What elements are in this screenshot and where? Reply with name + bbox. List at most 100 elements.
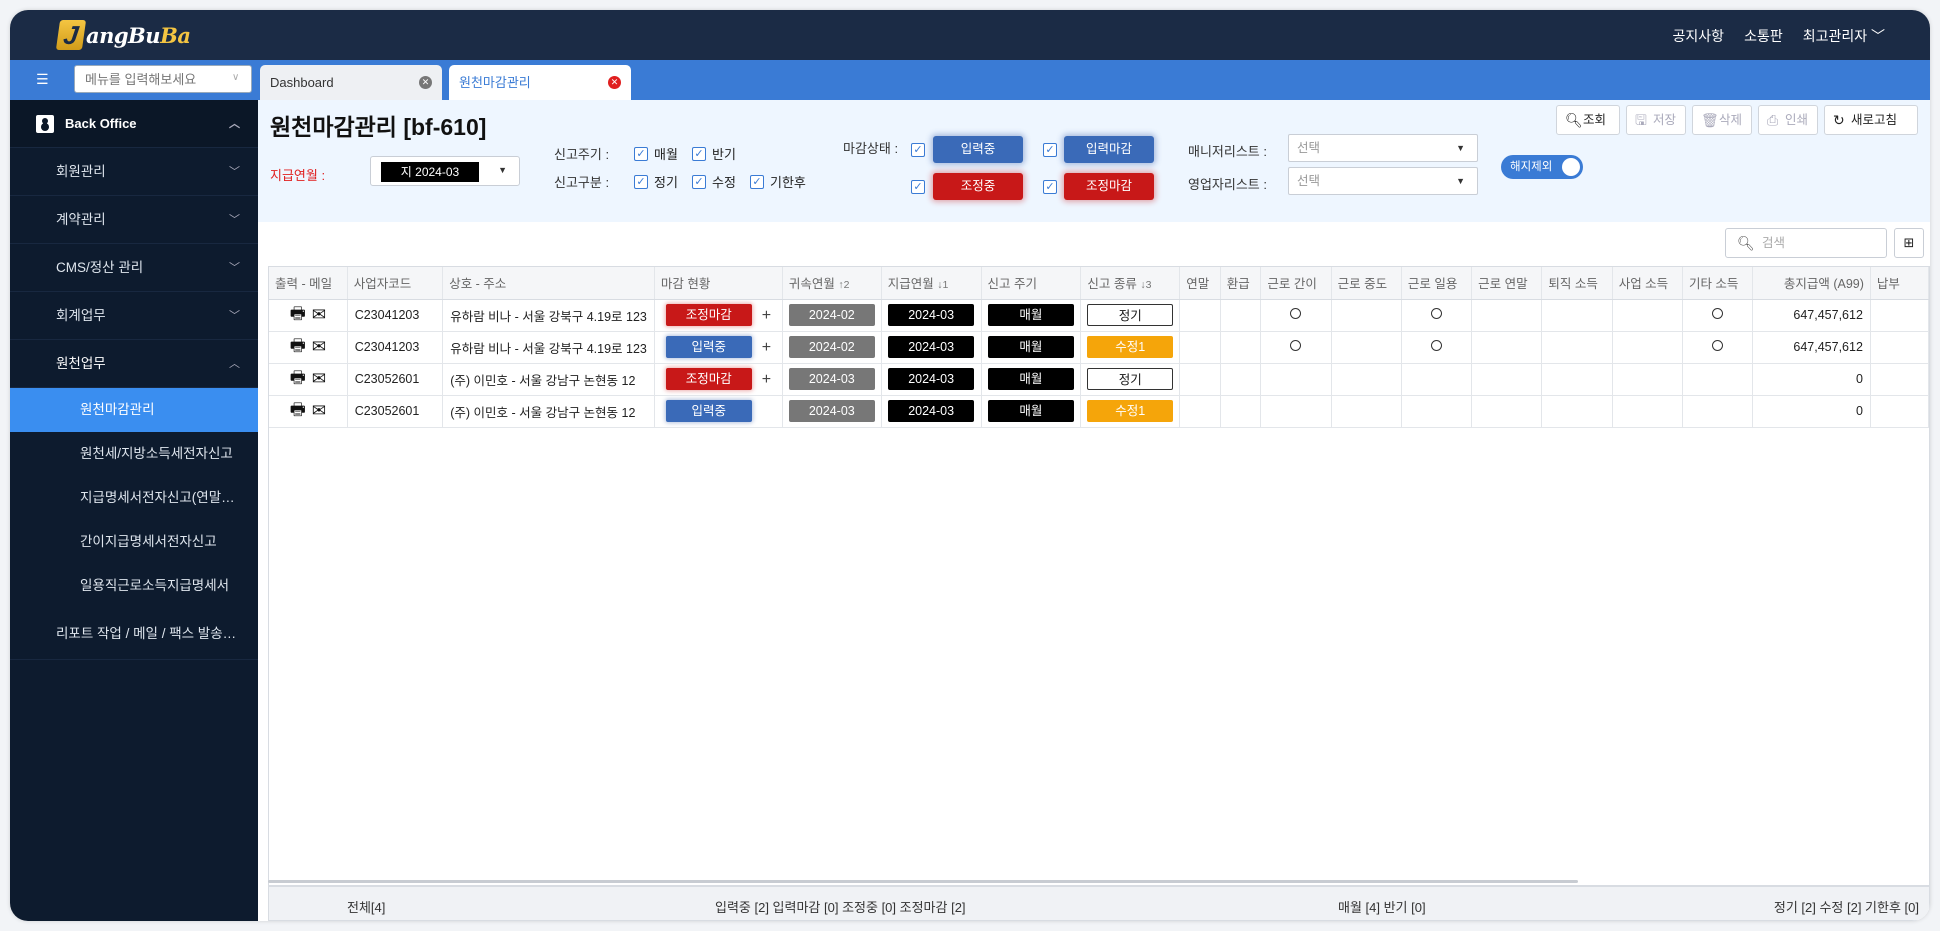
checkbox-status-input[interactable]: ✓ xyxy=(911,143,931,157)
biz-code-cell: C23041203 xyxy=(347,299,444,332)
menu-toggle-icon[interactable]: ☰ xyxy=(36,71,52,87)
sidebar-item-withholding[interactable]: 원천업무 ︿ xyxy=(10,340,258,388)
col-other[interactable]: 기타 소득 xyxy=(1682,267,1754,300)
checkbox-late[interactable]: ✓ 기한후 xyxy=(750,172,806,191)
business-cell xyxy=(1612,331,1683,364)
col-retirement[interactable]: 퇴직 소득 xyxy=(1541,267,1613,300)
menu-search-input[interactable] xyxy=(74,65,252,93)
sidebar-subitem-daily-statement[interactable]: 일용직근로소득지급명세서 xyxy=(10,564,258,608)
mail-icon[interactable]: ✉ xyxy=(312,401,326,421)
col-payment[interactable]: 납부 xyxy=(1870,267,1929,300)
col-attribution-month[interactable]: 귀속연월 ↑2 xyxy=(782,267,882,300)
close-icon[interactable]: ✕ xyxy=(419,76,432,89)
col-report-cycle[interactable]: 신고 주기 xyxy=(981,267,1082,300)
checkbox-status-adjust[interactable]: ✓ xyxy=(911,180,931,194)
logo[interactable]: J angBuBa xyxy=(55,18,191,52)
sidebar-item-members[interactable]: 회원관리 ﹀ xyxy=(10,148,258,196)
close-status-badge[interactable]: 조정마감 xyxy=(665,304,752,326)
plus-icon[interactable]: + xyxy=(762,307,771,325)
mail-icon[interactable]: ✉ xyxy=(312,305,326,325)
labor-daily-cell xyxy=(1401,395,1473,428)
check-icon: ✓ xyxy=(1043,180,1057,194)
col-labor-year-end[interactable]: 근로 연말 xyxy=(1471,267,1543,300)
printer-icon[interactable]: 🖶 xyxy=(290,397,306,426)
horizontal-scrollbar[interactable] xyxy=(268,880,1578,883)
status-adjust-button[interactable]: 조정중 xyxy=(933,173,1023,200)
table-row[interactable]: 🖶 ✉ C23041203 유하람 비나 - 서울 강북구 4.19로 123 입력중 +… xyxy=(269,331,1929,364)
printer-icon[interactable]: 🖶 xyxy=(290,365,306,394)
col-labor-daily[interactable]: 근로 일용 xyxy=(1401,267,1473,300)
sidebar-subitem-tax-report[interactable]: 원천세/지방소득세전자신고 xyxy=(10,432,258,476)
search-button[interactable]: 🔍︎ 조회 xyxy=(1556,105,1620,135)
circle-mark-icon xyxy=(1290,340,1302,351)
check-icon: ✓ xyxy=(911,180,925,194)
close-icon[interactable]: ✕ xyxy=(608,76,621,89)
col-refund[interactable]: 환급 xyxy=(1220,267,1262,300)
table-row[interactable]: 🖶 ✉ C23052601 (주) 이민호 - 서울 강남구 논현동 12 조정마감 +2… xyxy=(269,363,1929,396)
refresh-button[interactable]: ↻ 새로고침 xyxy=(1824,105,1918,135)
paymonth-select[interactable]: 지 2024-03 ▼ xyxy=(370,156,520,186)
col-report-kind[interactable]: 신고 종류 ↓3 xyxy=(1080,267,1181,300)
col-pay-month[interactable]: 지급연월 ↓1 xyxy=(881,267,982,300)
col-year-end[interactable]: 연말 xyxy=(1179,267,1221,300)
print-button[interactable]: ⎙ 인쇄 xyxy=(1758,105,1818,135)
retirement-cell xyxy=(1541,363,1613,396)
tab-withholding-close[interactable]: 원천마감관리 ✕ xyxy=(449,65,631,100)
delete-button[interactable]: 🗑︎ 삭제 xyxy=(1692,105,1752,135)
table-row[interactable]: 🖶 ✉ C23041203 유하람 비나 - 서울 강북구 4.19로 123 조정마감… xyxy=(269,299,1929,332)
col-biz-code[interactable]: 사업자코드 xyxy=(347,267,444,300)
status-input-button[interactable]: 입력중 xyxy=(933,136,1023,163)
user-menu[interactable]: 최고관리자 ﹀ xyxy=(1803,26,1885,46)
checkbox-status-input-closed[interactable]: ✓ xyxy=(1043,143,1063,157)
checkbox-status-adjust-closed[interactable]: ✓ xyxy=(1043,180,1063,194)
main-content: 원천마감관리 [bf-610] 🔍︎ 조회 🖫 저장 🗑︎ 삭제 ⎙ 인쇄 ↻ 새로고침 … xyxy=(258,100,1930,921)
checkbox-amend[interactable]: ✓ 수정 xyxy=(692,172,736,191)
save-button[interactable]: 🖫 저장 xyxy=(1626,105,1686,135)
mail-icon[interactable]: ✉ xyxy=(312,369,326,389)
sidebar-item-cms[interactable]: CMS/정산 관리 ﹀ xyxy=(10,244,258,292)
notice-link[interactable]: 공지사항 xyxy=(1673,26,1725,46)
col-output-mail[interactable]: 출력 - 메일 xyxy=(269,267,348,300)
status-input-closed-button[interactable]: 입력마감 xyxy=(1064,136,1154,163)
tab-dashboard[interactable]: Dashboard ✕ xyxy=(260,65,442,100)
close-status-badge[interactable]: 입력중 xyxy=(665,336,752,358)
col-labor-simple[interactable]: 근로 간이 xyxy=(1260,267,1332,300)
close-status-badge[interactable]: 조정마감 xyxy=(665,368,752,390)
board-link[interactable]: 소통판 xyxy=(1744,26,1783,46)
sales-select[interactable]: 선택 ▼ xyxy=(1288,167,1478,195)
sidebar-subitem-payment-statement[interactable]: 지급명세서전자신고(연말정산) xyxy=(10,476,258,520)
printer-icon[interactable]: 🖶 xyxy=(290,333,306,362)
exclude-terminated-toggle[interactable]: 해지제외 xyxy=(1501,155,1583,179)
sidebar-subitem-close[interactable]: 원천마감관리 xyxy=(10,388,258,432)
col-labor-mid[interactable]: 근로 중도 xyxy=(1331,267,1402,300)
col-total[interactable]: 총지급액 (A99) xyxy=(1752,267,1871,300)
page-title: 원천마감관리 [bf-610] xyxy=(270,114,487,140)
export-excel-icon[interactable]: ⊞ xyxy=(1894,228,1924,258)
plus-icon[interactable]: + xyxy=(762,371,771,389)
circle-mark-icon xyxy=(1290,308,1302,319)
checkbox-monthly[interactable]: ✓ 매월 xyxy=(634,144,678,163)
status-adjust-closed-button[interactable]: 조정마감 xyxy=(1064,173,1154,200)
footer-kind-summary: 정기 [2] 수정 [2] 기한후 [0] xyxy=(1773,900,1919,915)
business-cell xyxy=(1612,395,1683,428)
grid-search-input[interactable]: 🔍︎ 검색 xyxy=(1725,228,1887,258)
plus-icon[interactable]: + xyxy=(762,339,771,357)
checkbox-regular[interactable]: ✓ 정기 xyxy=(634,172,678,191)
checkbox-half[interactable]: ✓ 반기 xyxy=(692,144,736,163)
col-close-status[interactable]: 마감 현황 xyxy=(654,267,783,300)
footer-status-summary: 입력중 [2] 입력마감 [0] 조정중 [0] 조정마감 [2] xyxy=(715,900,966,915)
sidebar-item-contracts[interactable]: 계약관리 ﹀ xyxy=(10,196,258,244)
mail-icon[interactable]: ✉ xyxy=(312,337,326,357)
refund-cell xyxy=(1220,363,1262,396)
sidebar-item-report[interactable]: 리포트 작업 / 메일 / 팩스 발송관리 xyxy=(10,608,258,660)
sidebar-item-accounting[interactable]: 회계업무 ﹀ xyxy=(10,292,258,340)
sidebar-subitem-simple-statement[interactable]: 간이지급명세서전자신고 xyxy=(10,520,258,564)
report-cycle-cell: 매월 xyxy=(981,331,1082,364)
col-business[interactable]: 사업 소득 xyxy=(1612,267,1683,300)
close-status-badge[interactable]: 입력중 xyxy=(665,400,752,422)
sidebar-header[interactable]: Back Office ︿ xyxy=(10,100,258,148)
table-row[interactable]: 🖶✉C23052601(주) 이민호 - 서울 강남구 논현동 12입력중+20… xyxy=(269,395,1929,428)
manager-select[interactable]: 선택 ▼ xyxy=(1288,134,1478,162)
col-name-address[interactable]: 상호 - 주소 xyxy=(442,267,655,300)
printer-icon[interactable]: 🖶 xyxy=(290,301,306,330)
